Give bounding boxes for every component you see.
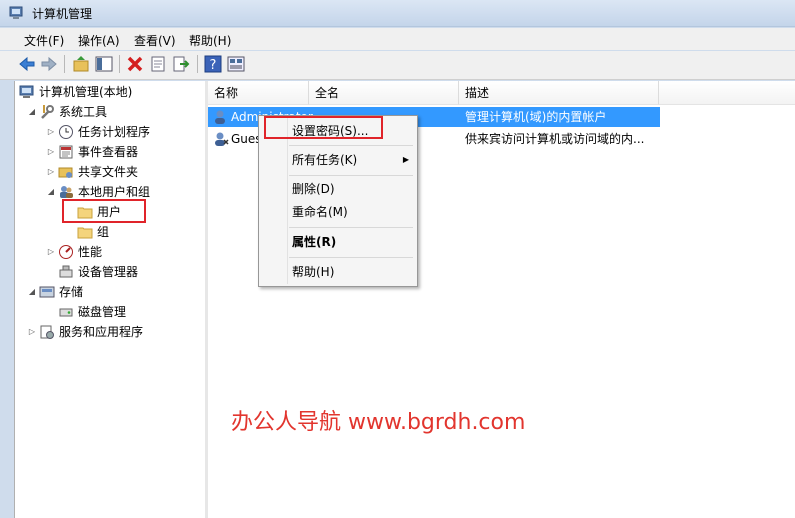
- submenu-arrow-icon: ▶: [402, 155, 409, 164]
- menu-item-properties[interactable]: 属性(R): [259, 232, 417, 252]
- tools-icon: [41, 105, 54, 119]
- menu-file[interactable]: 文件(F): [24, 32, 64, 49]
- toolbar-separator: [64, 55, 65, 73]
- forward-arrow-icon[interactable]: [39, 54, 59, 74]
- highlight-box-users: [62, 199, 146, 223]
- column-header-description[interactable]: 描述: [459, 81, 659, 105]
- column-header-fullname[interactable]: 全名: [309, 81, 459, 105]
- collapse-arrow-icon[interactable]: ◢: [27, 103, 37, 121]
- navigation-tree: 计算机管理(本地) ◢ 系统工具 ▷ 任务计划程序 ▷ 事件查看器 ▷ 共享文件…: [14, 81, 207, 518]
- device-manager-icon: [59, 265, 73, 278]
- menu-gutter: [287, 118, 288, 284]
- expand-arrow-icon[interactable]: ▷: [27, 323, 37, 341]
- collapse-arrow-icon[interactable]: ◢: [27, 283, 37, 301]
- export-icon[interactable]: [171, 54, 191, 74]
- delete-icon[interactable]: [125, 54, 145, 74]
- event-viewer-icon: [59, 145, 73, 159]
- menu-item-all-tasks[interactable]: 所有任务(K) ▶: [259, 150, 417, 170]
- context-menu: 设置密码(S)... 所有任务(K) ▶ 删除(D) 重命名(M) 属性(R) …: [258, 115, 418, 287]
- menu-separator: [289, 257, 413, 258]
- folder-icon: [77, 227, 93, 239]
- menu-item-delete[interactable]: 删除(D): [259, 179, 417, 199]
- expand-arrow-icon[interactable]: ▷: [46, 143, 56, 161]
- expand-arrow-icon[interactable]: ▷: [46, 163, 56, 181]
- disk-icon: [59, 308, 73, 317]
- user-icon: [215, 110, 225, 124]
- clock-icon: [59, 125, 73, 139]
- performance-icon: [59, 245, 73, 259]
- user-icon: [215, 132, 229, 146]
- collapse-arrow-icon[interactable]: ◢: [46, 183, 56, 201]
- menu-view[interactable]: 查看(V): [134, 32, 176, 49]
- watermark-text: 办公人导航 www.bgrdh.com: [231, 410, 526, 435]
- users-group-icon: [60, 186, 73, 198]
- menu-help[interactable]: 帮助(H): [189, 32, 231, 49]
- show-tree-icon[interactable]: [94, 54, 114, 74]
- view-icon[interactable]: [226, 54, 246, 74]
- menu-item-help[interactable]: 帮助(H): [259, 262, 417, 282]
- back-arrow-icon[interactable]: [17, 54, 37, 74]
- highlight-box-set-password: [264, 116, 383, 139]
- svg-text:?: ?: [210, 58, 217, 73]
- services-icon: [40, 325, 54, 339]
- help-icon[interactable]: ?: [203, 54, 223, 74]
- properties-icon[interactable]: [148, 54, 168, 74]
- up-folder-icon[interactable]: [71, 54, 91, 74]
- user-description: 供来宾访问计算机或访问域的内...: [465, 132, 645, 146]
- window-title: 计算机管理: [32, 7, 93, 21]
- column-header-name[interactable]: 名称: [208, 81, 309, 105]
- title-bar: 计算机管理: [0, 0, 795, 27]
- storage-icon: [39, 286, 55, 298]
- menu-action[interactable]: 操作(A): [78, 32, 120, 49]
- expand-arrow-icon[interactable]: ▷: [46, 123, 56, 141]
- toolbar-separator: [197, 55, 198, 73]
- user-description: 管理计算机(域)的内置帐户: [465, 110, 607, 124]
- computer-management-icon: [9, 6, 23, 19]
- menu-separator: [289, 145, 413, 146]
- toolbar-separator: [119, 55, 120, 73]
- shared-folder-icon: [58, 167, 73, 178]
- menu-item-rename[interactable]: 重命名(M): [259, 202, 417, 222]
- expand-arrow-icon[interactable]: ▷: [46, 243, 56, 261]
- menu-separator: [289, 175, 413, 176]
- computer-management-icon: [19, 85, 34, 98]
- toolbar: ?: [0, 51, 795, 80]
- column-header-empty: [659, 81, 795, 105]
- menu-separator: [289, 227, 413, 228]
- menu-bar: 文件(F) 操作(A) 查看(V) 帮助(H): [0, 28, 795, 50]
